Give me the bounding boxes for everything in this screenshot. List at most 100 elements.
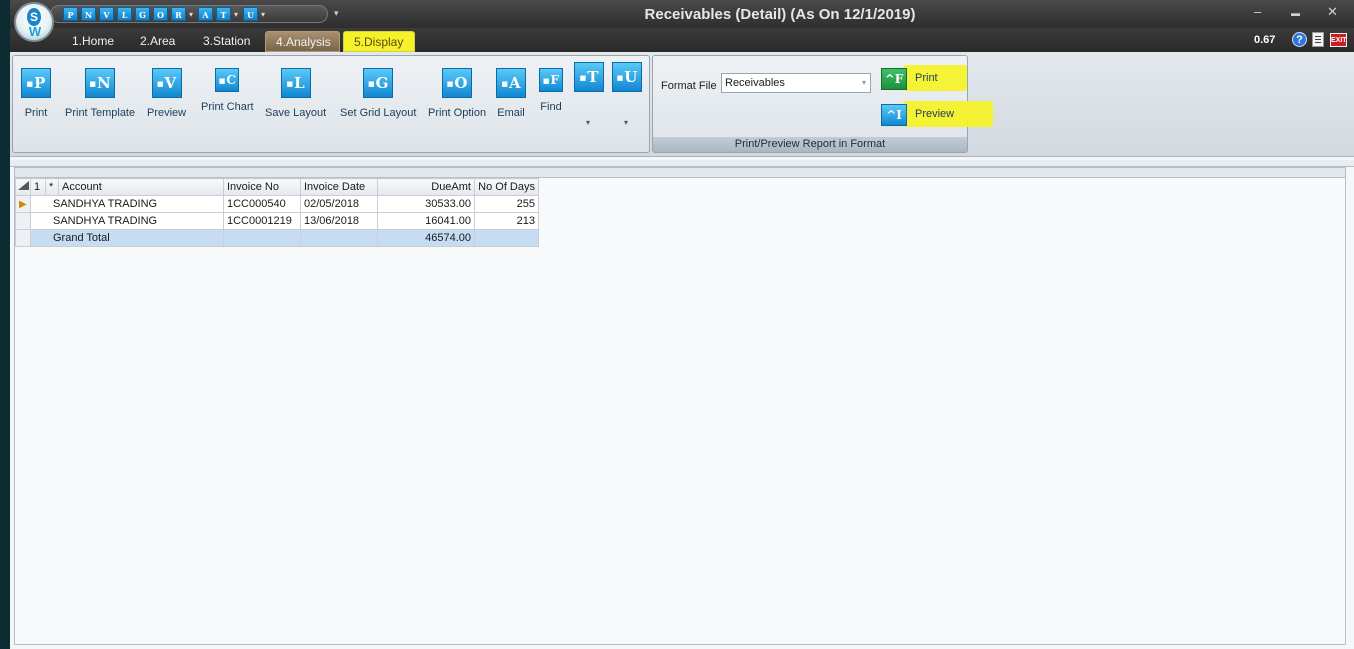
u-dropdown-button[interactable]: ■U	[612, 62, 642, 92]
save-layout-icon: ■L	[280, 68, 311, 98]
separator-strip	[10, 160, 1354, 167]
column-header-invoice-date[interactable]: Invoice Date	[300, 178, 378, 196]
column-header-no-of-days[interactable]: No Of Days	[474, 178, 539, 196]
preview-icon: ■V	[151, 68, 182, 98]
qat-t-icon[interactable]: T	[216, 7, 231, 21]
chevron-down-icon[interactable]: ▾	[189, 10, 195, 19]
button-label: Print Template	[65, 107, 136, 119]
print-format-icon: ^F	[881, 68, 907, 90]
column-header-account[interactable]: Account	[58, 178, 224, 196]
qat-print-option-icon[interactable]: O	[153, 7, 168, 21]
print-template-button[interactable]: ■N Print Template	[65, 68, 135, 119]
title-bar: P N V L G O R ▾ A T ▾ U ▾ ▾ Receivables …	[10, 0, 1354, 28]
window-title: Receivables (Detail) (As On 12/1/2019)	[644, 6, 916, 23]
preview-button[interactable]: ■V Preview	[147, 68, 186, 119]
minimize-button[interactable]: –	[1254, 4, 1261, 19]
print-option-icon: ■O	[442, 68, 473, 98]
grand-total-row[interactable]: Grand Total 46574.00	[15, 229, 539, 247]
set-grid-layout-icon: ■G	[363, 68, 394, 98]
save-layout-button[interactable]: ■L Save Layout	[265, 68, 326, 119]
app-window: P N V L G O R ▾ A T ▾ U ▾ ▾ Receivables …	[10, 0, 1354, 649]
tab-bar: 1.Home 2.Area 3.Station 4.Analysis 5.Dis…	[10, 28, 1354, 52]
row-indicator[interactable]	[15, 212, 31, 230]
restore-button[interactable]: ▬	[1291, 8, 1300, 18]
table-row[interactable]: SANDHYA TRADING 1CC0001219 13/06/2018 16…	[15, 212, 539, 230]
zoom-level: 0.67	[1254, 34, 1276, 46]
print-button[interactable]: ■P Print	[21, 68, 51, 119]
find-button[interactable]: ■F Find	[539, 68, 563, 113]
tab-station[interactable]: 3.Station	[193, 31, 260, 52]
cell-invoice-date[interactable]: 02/05/2018	[300, 195, 378, 213]
button-label: Print	[915, 72, 938, 84]
qat-letter: P	[67, 10, 74, 20]
print-icon: ■P	[21, 68, 51, 98]
column-header-index[interactable]: 1	[30, 178, 46, 196]
chevron-down-icon[interactable]: ▾	[234, 10, 240, 19]
cell-no-of-days[interactable]: 255	[474, 195, 539, 213]
chevron-down-icon[interactable]: ▾	[862, 74, 866, 92]
exit-icon[interactable]: EXIT	[1330, 33, 1347, 47]
qat-letter: R	[175, 10, 182, 20]
t-icon: ■T	[574, 62, 604, 92]
cell-account[interactable]: SANDHYA TRADING	[30, 212, 224, 230]
cell-invoice-no[interactable]: 1CC000540	[223, 195, 301, 213]
qat-email-icon[interactable]: A	[198, 7, 213, 21]
qat-set-grid-layout-icon[interactable]: G	[135, 7, 150, 21]
qat-letter: L	[121, 10, 128, 20]
button-label: Set Grid Layout	[340, 107, 417, 119]
qat-print-icon[interactable]: P	[63, 7, 78, 21]
column-header-invoice-no[interactable]: Invoice No	[223, 178, 301, 196]
chevron-down-icon[interactable]: ▾	[624, 118, 628, 127]
cell-invoice-no[interactable]: 1CC0001219	[223, 212, 301, 230]
cell-no-of-days[interactable]: 213	[474, 212, 539, 230]
button-label: Preview	[147, 107, 187, 119]
format-file-value: Receivables	[725, 77, 785, 89]
email-icon: ■A	[496, 68, 526, 98]
qat-print-template-icon[interactable]: N	[81, 7, 96, 21]
chevron-down-icon[interactable]: ▾	[261, 10, 267, 19]
find-icon: ■F	[539, 68, 563, 92]
grid-header-row: 1 * Account Invoice No Invoice Date DueA…	[15, 178, 539, 196]
qat-letter: G	[139, 10, 146, 20]
chevron-down-icon[interactable]: ▾	[586, 118, 590, 127]
tab-area[interactable]: 2.Area	[130, 31, 185, 52]
button-label: Email	[497, 107, 525, 119]
quick-access-toolbar: P N V L G O R ▾ A T ▾ U ▾	[50, 5, 328, 23]
tab-analysis[interactable]: 4.Analysis	[265, 31, 340, 52]
close-button[interactable]: ✕	[1327, 4, 1338, 20]
column-header-star[interactable]: *	[45, 178, 59, 196]
table-row[interactable]: ▶ SANDHYA TRADING 1CC000540 02/05/2018 3…	[15, 195, 539, 213]
customize-toolbar-icon[interactable]: ▾	[334, 8, 339, 19]
row-indicator[interactable]	[15, 229, 31, 247]
qat-u-icon[interactable]: U	[243, 7, 258, 21]
column-header-due-amt[interactable]: DueAmt	[377, 178, 475, 196]
print-chart-button[interactable]: ■C Print Chart	[201, 68, 254, 113]
grand-total-label: Grand Total	[30, 229, 224, 247]
current-row-icon: ▶	[19, 199, 27, 210]
cell-due-amt[interactable]: 30533.00	[377, 195, 475, 213]
ribbon: ■P Print ■N Print Template ■V Preview ■C…	[10, 52, 1354, 157]
row-indicator[interactable]: ▶	[15, 195, 31, 213]
help-icon[interactable]: ?	[1292, 32, 1307, 47]
panel-header	[15, 168, 1345, 178]
button-label: Print	[24, 107, 48, 119]
email-button[interactable]: ■A Email	[496, 68, 526, 119]
format-group-footer: Print/Preview Report in Format	[653, 137, 967, 152]
document-icon[interactable]	[1312, 32, 1324, 47]
app-logo[interactable]: S W	[14, 2, 54, 42]
set-grid-layout-button[interactable]: ■G Set Grid Layout	[340, 68, 416, 119]
tab-home[interactable]: 1.Home	[62, 31, 124, 52]
qat-letter: O	[157, 10, 164, 20]
print-option-button[interactable]: ■O Print Option	[428, 68, 486, 119]
select-all-corner[interactable]	[15, 178, 31, 196]
cell-account[interactable]: SANDHYA TRADING	[30, 195, 224, 213]
qat-r-icon[interactable]: R	[171, 7, 186, 21]
qat-save-layout-icon[interactable]: L	[117, 7, 132, 21]
qat-preview-icon[interactable]: V	[99, 7, 114, 21]
qat-letter: N	[84, 10, 93, 20]
cell-invoice-date[interactable]: 13/06/2018	[300, 212, 378, 230]
t-dropdown-button[interactable]: ■T	[574, 62, 604, 92]
tab-display[interactable]: 5.Display	[343, 31, 415, 52]
cell-due-amt[interactable]: 16041.00	[377, 212, 475, 230]
format-file-select[interactable]: Receivables ▾	[721, 73, 871, 93]
